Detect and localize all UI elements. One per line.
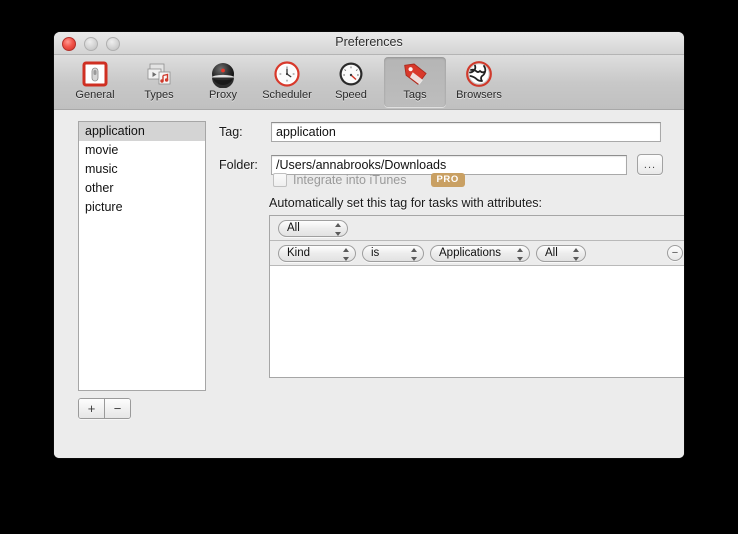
tag-field-label: Tag: — [219, 125, 243, 139]
rule-value-text: Applications — [439, 247, 502, 259]
stepper-icon — [342, 247, 349, 261]
toolbar-item-label: Types — [144, 89, 174, 101]
toolbar-item-tags[interactable]: Tags — [384, 57, 446, 107]
tag-list-item-picture[interactable]: picture — [79, 198, 205, 217]
speed-icon — [339, 62, 363, 86]
itunes-label: Integrate into iTunes — [293, 173, 407, 187]
general-icon — [82, 61, 108, 87]
rule-attribute-value: Kind — [287, 247, 311, 259]
rule-scope-popup[interactable]: All — [536, 244, 586, 262]
folder-field-row: Folder: ... — [219, 154, 663, 175]
toolbar-item-proxy[interactable]: Proxy — [192, 57, 254, 107]
window-title: Preferences — [335, 35, 403, 49]
stepper-icon — [516, 247, 523, 261]
tag-list-item-music[interactable]: music — [79, 160, 205, 179]
types-icon — [147, 63, 171, 85]
folder-field-label: Folder: — [219, 157, 258, 172]
rule-match-popup[interactable]: All — [278, 219, 348, 237]
toolbar-item-label: Scheduler — [262, 89, 312, 101]
tag-input[interactable] — [271, 122, 661, 142]
rule-row-match: All + — [270, 216, 684, 241]
browse-folder-button[interactable]: ... — [637, 154, 663, 175]
tag-list-item-movie[interactable]: movie — [79, 141, 205, 160]
rule-value-popup[interactable]: Applications — [430, 244, 530, 262]
toolbar-item-label: Tags — [403, 89, 427, 101]
preferences-content: application movie music other picture + … — [54, 110, 684, 458]
rules-heading: Automatically set this tag for tasks wit… — [269, 196, 543, 210]
toolbar-item-label: Browsers — [456, 89, 502, 101]
rule-operator-popup[interactable]: is — [362, 244, 424, 262]
toolbar-item-speed[interactable]: Speed — [320, 57, 382, 107]
pro-badge: PRO — [430, 173, 465, 187]
toolbar-item-scheduler[interactable]: Scheduler — [256, 57, 318, 107]
browsers-icon — [466, 61, 492, 87]
rule-row-buttons: − + — [667, 245, 684, 261]
tag-list[interactable]: application movie music other picture — [78, 121, 206, 391]
stepper-icon — [334, 222, 341, 236]
itunes-integration-row: Integrate into iTunes PRO — [273, 173, 465, 187]
rule-attribute-popup[interactable]: Kind — [278, 244, 356, 262]
rule-operator-value: is — [371, 247, 380, 259]
toolbar-item-general[interactable]: General — [64, 57, 126, 107]
tag-field-row: Tag: — [219, 122, 661, 142]
preferences-window: Preferences General Types Proxy Schedule… — [54, 32, 684, 458]
toolbar-item-label: General — [75, 89, 115, 101]
tag-list-controls: + − — [78, 398, 131, 419]
window-titlebar[interactable]: Preferences — [54, 32, 684, 55]
rule-row-condition: Kind is Applications All − — [270, 241, 684, 266]
tag-list-item-application[interactable]: application — [79, 122, 205, 141]
toolbar-item-browsers[interactable]: Browsers — [448, 57, 510, 107]
preferences-toolbar: General Types Proxy Scheduler Speed Tags… — [54, 55, 684, 110]
desktop-background: Preferences General Types Proxy Schedule… — [0, 0, 738, 534]
remove-rule-button[interactable]: − — [667, 245, 683, 261]
proxy-icon — [212, 63, 234, 88]
toolbar-item-label: Speed — [335, 89, 367, 101]
stepper-icon — [410, 247, 417, 261]
toolbar-item-label: Proxy — [208, 89, 238, 101]
rules-list: All + Kind — [269, 215, 684, 378]
tag-detail-pane: Tag: Folder: ... Integrate into iTunes P… — [219, 110, 684, 458]
toolbar-item-types[interactable]: Types — [128, 57, 190, 107]
scheduler-icon — [274, 61, 300, 87]
rule-match-value: All — [287, 222, 300, 234]
remove-tag-button[interactable]: − — [104, 399, 130, 418]
folder-input[interactable] — [271, 154, 627, 175]
itunes-checkbox[interactable] — [273, 173, 287, 187]
stepper-icon — [572, 247, 579, 261]
tags-icon — [404, 63, 427, 85]
add-tag-button[interactable]: + — [79, 399, 104, 418]
tag-list-item-other[interactable]: other — [79, 179, 205, 198]
rule-scope-value: All — [545, 247, 558, 259]
